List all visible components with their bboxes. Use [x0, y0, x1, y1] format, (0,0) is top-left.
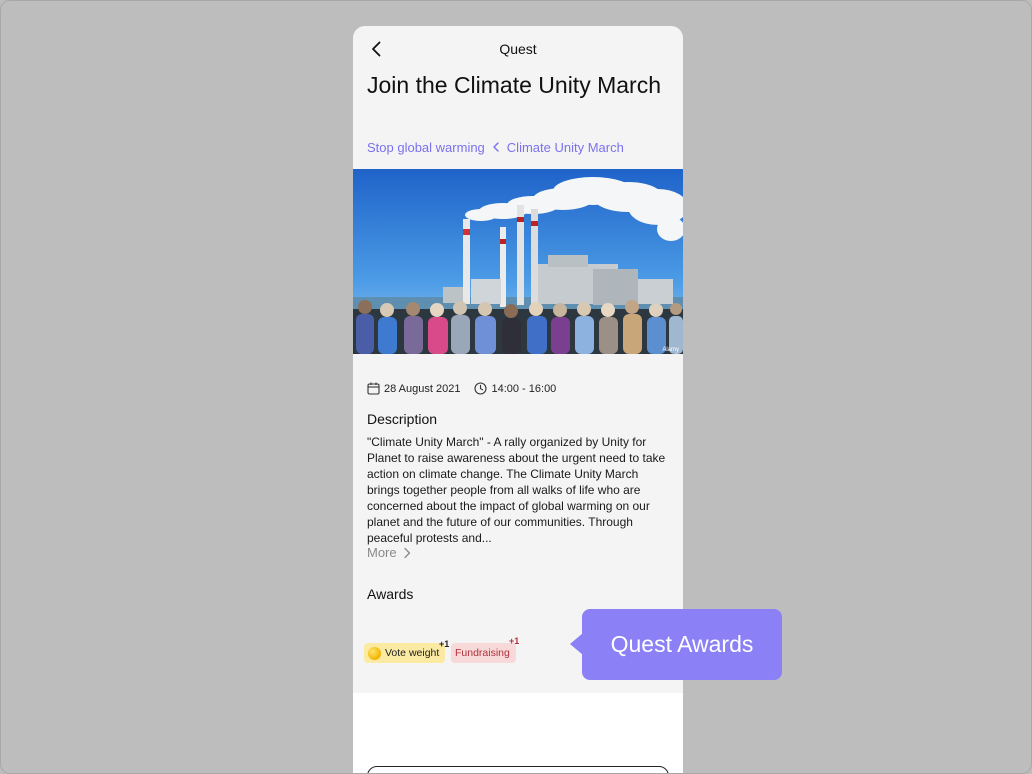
chevron-right-icon — [403, 547, 410, 558]
screen-background: Quest Join the Climate Unity March Stop … — [0, 0, 1032, 774]
calendar-icon — [367, 382, 380, 395]
breadcrumb-parent-link[interactable]: Stop global warming — [367, 140, 485, 155]
event-meta: 28 August 2021 14:00 - 16:00 — [367, 382, 556, 395]
bottom-area — [353, 693, 683, 773]
coin-icon — [368, 646, 381, 660]
award-badge-fundraising: Fundraising — [451, 643, 516, 663]
awards-heading: Awards — [367, 586, 414, 602]
watermark-text: Alamy — [662, 347, 679, 353]
quest-awards-callout: Quest Awards — [582, 609, 782, 680]
award-bonus: +1 — [439, 639, 450, 649]
breadcrumb: Stop global warming Climate Unity March — [367, 138, 624, 156]
hero-image: Alamy — [353, 169, 683, 354]
description-text: "Climate Unity March" - A rally organize… — [367, 435, 666, 545]
page-title: Join the Climate Unity March — [367, 72, 661, 98]
chevron-left-icon — [492, 142, 500, 152]
breadcrumb-current[interactable]: Climate Unity March — [507, 140, 624, 155]
event-date: 28 August 2021 — [384, 382, 461, 395]
award-label: Vote weight — [385, 647, 440, 659]
more-link[interactable]: More — [367, 545, 411, 560]
event-time: 14:00 - 16:00 — [491, 382, 557, 395]
clock-icon — [474, 382, 488, 395]
action-button[interactable] — [367, 766, 669, 773]
more-label: More — [367, 545, 397, 560]
top-bar: Quest — [353, 26, 683, 72]
award-bonus: +1 — [509, 636, 520, 646]
callout-label: Quest Awards — [610, 631, 754, 657]
description-heading: Description — [367, 411, 438, 427]
award-label: Fundraising — [455, 647, 510, 659]
screen-title: Quest — [499, 41, 537, 57]
award-badge-vote-weight: Vote weight — [364, 643, 446, 663]
